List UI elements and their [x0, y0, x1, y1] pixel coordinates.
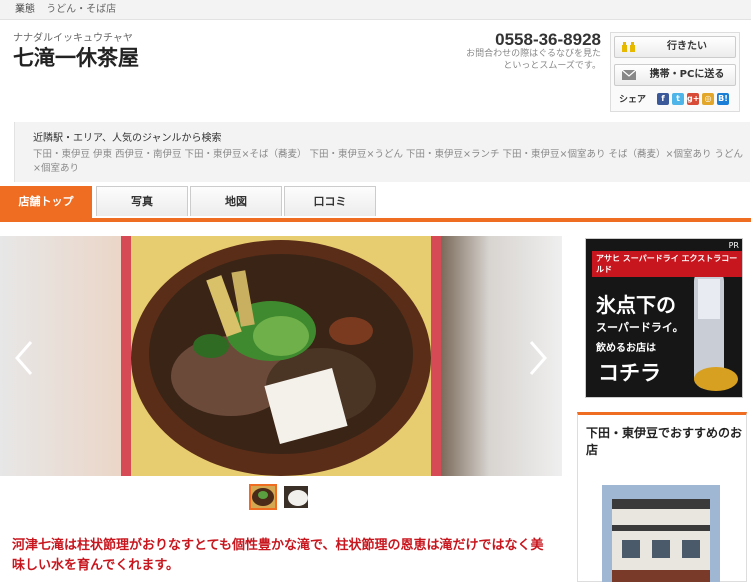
- tab-map[interactable]: 地図: [190, 186, 282, 216]
- mixi-icon[interactable]: ◎: [702, 93, 714, 105]
- tab-underline: [0, 218, 751, 222]
- photo-gallery: [0, 236, 562, 476]
- beer-advertisement[interactable]: PR アサヒ スーパードライ エクストラコールド 氷点下の スーパードライ。 飲…: [585, 238, 743, 398]
- phone-number[interactable]: 0558-36-8928: [495, 30, 601, 50]
- shop-header: ナナダルイッキュウチャヤ 七滝一休茶屋 0558-36-8928 お問合わせの際…: [0, 20, 751, 120]
- ad-subline: スーパードライ。: [596, 321, 684, 334]
- chevron-right-icon[interactable]: [528, 340, 548, 376]
- thumbnail-2[interactable]: [282, 484, 310, 510]
- chevron-left-icon[interactable]: [14, 340, 34, 376]
- ad-pr-label: PR: [728, 241, 739, 250]
- catch-copy: 河津七滝は柱状節理がおりなすとても個性豊かな滝で、柱状節理の恩恵は滝だけではなく…: [12, 538, 544, 573]
- send-to-mobile-label: 携帯・PCに送る: [649, 69, 725, 80]
- mail-icon: [621, 69, 637, 80]
- send-to-mobile-button[interactable]: 携帯・PCに送る: [614, 64, 736, 86]
- recommended-shop-image[interactable]: [602, 485, 720, 582]
- nearby-search-links[interactable]: 下田・東伊豆 伊東 西伊豆・南伊豆 下田・東伊豆×そば（蕎麦） 下田・東伊豆×う…: [33, 148, 743, 176]
- nearby-search-title: 近隣駅・エリア、人気のジャンルから検索: [33, 133, 222, 144]
- tab-reviews[interactable]: 口コミ: [284, 186, 376, 216]
- tab-photos[interactable]: 写真: [96, 186, 188, 216]
- twitter-icon[interactable]: t: [672, 93, 684, 105]
- recommended-title: 下田・東伊豆でおすすめのお店: [586, 426, 743, 457]
- phone-note: お問合わせの際はぐるなびを見たといっとスムーズです。: [466, 49, 601, 71]
- thumbnail-soba-image: [251, 486, 275, 508]
- ad-subline-2: 飲めるお店は: [596, 343, 656, 354]
- ad-headline: 氷点下の: [596, 293, 676, 317]
- thumbs-up-icon: [622, 42, 635, 52]
- soba-bowl-image: [121, 236, 441, 476]
- main-photo[interactable]: [121, 236, 441, 476]
- ad-brand: アサヒ スーパードライ エクストラコールド: [592, 251, 742, 277]
- thumbnail-1[interactable]: [249, 484, 277, 510]
- tab-top[interactable]: 店舗トップ: [0, 186, 92, 218]
- category-bar: 業態 うどん・そば店: [0, 0, 751, 20]
- share-label: シェア: [619, 95, 647, 105]
- google-plus-icon[interactable]: g+: [687, 93, 699, 105]
- recommended-shops: 下田・東伊豆でおすすめのお店: [577, 412, 747, 582]
- ad-cta: コチラ: [598, 361, 661, 385]
- shop-building-image: [602, 485, 720, 582]
- shop-name: 七滝一休茶屋: [13, 46, 139, 70]
- tab-bar: 店舗トップ 写真 地図 口コミ: [0, 186, 751, 220]
- thumbnail-rice-image: [284, 486, 308, 508]
- facebook-icon[interactable]: f: [657, 93, 669, 105]
- nearby-search: 近隣駅・エリア、人気のジャンルから検索 下田・東伊豆 伊東 西伊豆・南伊豆 下田…: [14, 122, 750, 182]
- want-to-go-label: 行きたい: [667, 41, 707, 52]
- want-to-go-button[interactable]: 行きたい: [614, 36, 736, 58]
- category-label: 業態: [15, 4, 35, 15]
- hatena-bookmark-icon[interactable]: B!: [717, 93, 729, 105]
- category-value[interactable]: うどん・そば店: [46, 4, 116, 15]
- action-box: 行きたい 携帯・PCに送る シェア f t g+ ◎ B!: [610, 32, 740, 112]
